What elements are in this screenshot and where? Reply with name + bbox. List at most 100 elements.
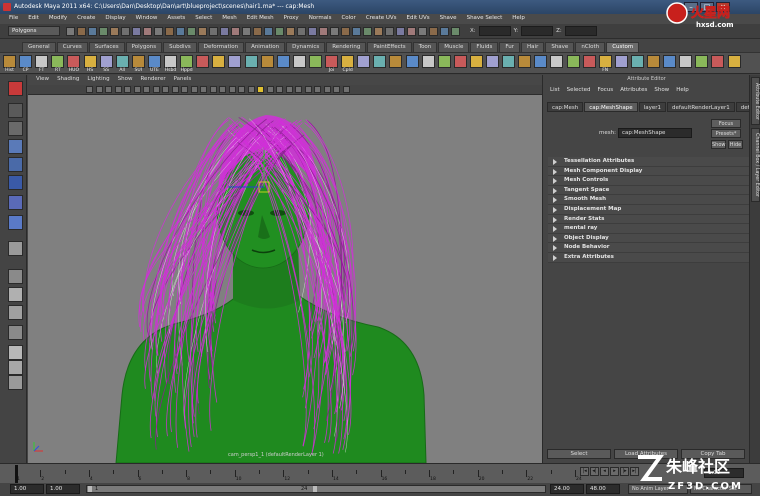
ae-section-tangent-space[interactable]: Tangent Space — [548, 185, 750, 196]
status-tool-icon[interactable] — [429, 27, 438, 36]
shelf-button-icon[interactable] — [67, 55, 81, 68]
toolbox-tool-icon[interactable] — [8, 139, 23, 154]
panel-tool-icon[interactable] — [285, 86, 293, 93]
shelf-tab-animation[interactable]: Animation — [245, 42, 286, 52]
ae-tab[interactable]: cap:MeshShape — [584, 102, 638, 112]
show-button[interactable]: Show — [711, 140, 726, 149]
ae-menu-list[interactable]: List — [547, 85, 564, 93]
shelf-button-icon[interactable] — [598, 55, 612, 68]
status-tool-icon[interactable] — [396, 27, 405, 36]
status-tool-icon[interactable] — [319, 27, 328, 36]
ae-tab[interactable]: defaultRenderLayer1 — [667, 102, 735, 112]
shelf-button-icon[interactable] — [35, 55, 49, 68]
status-tool-icon[interactable] — [165, 27, 174, 36]
menu-assets[interactable]: Assets — [162, 14, 190, 24]
status-tool-icon[interactable] — [209, 27, 218, 36]
status-tool-icon[interactable] — [99, 27, 108, 36]
shelf-button-icon[interactable] — [502, 55, 516, 68]
panel-tool-icon[interactable] — [162, 86, 169, 93]
panel-tool-icon[interactable] — [209, 86, 217, 93]
panel-tool-icon[interactable] — [95, 86, 103, 93]
ae-section-mental-ray[interactable]: mental ray — [548, 224, 750, 234]
ae-section-smooth-mesh[interactable]: Smooth Mesh — [548, 195, 750, 205]
presets-button[interactable]: Presets* — [711, 129, 741, 138]
shelf-button-icon[interactable] — [83, 55, 97, 68]
play-back-icon[interactable]: ◂ — [600, 467, 609, 476]
shelf-button-icon[interactable] — [437, 55, 451, 68]
menu-display[interactable]: Display — [100, 14, 130, 24]
menu-select[interactable]: Select — [190, 14, 217, 24]
shelf-button-icon[interactable] — [421, 55, 435, 68]
shelf-tab-deformation[interactable]: Deformation — [197, 42, 245, 52]
range-slider[interactable]: 1 24 — [86, 485, 546, 493]
status-tool-icon[interactable] — [374, 27, 383, 36]
panel-menu-show[interactable]: Show — [114, 75, 137, 85]
toolbox-tool-icon[interactable] — [8, 269, 23, 284]
shelf-button-icon[interactable] — [582, 55, 596, 68]
shelf-button-icon[interactable] — [147, 55, 161, 68]
panel-tool-icon[interactable] — [171, 86, 179, 93]
shelf-tab-general[interactable]: General — [22, 42, 56, 52]
shelf-tab-fluids[interactable]: Fluids — [470, 42, 499, 52]
play-forward-icon[interactable]: ▸ — [610, 467, 619, 476]
status-tool-icon[interactable] — [187, 27, 196, 36]
hide-button[interactable]: Hide — [728, 140, 743, 149]
expand-arrow-icon[interactable] — [553, 197, 557, 204]
panel-tool-icon[interactable] — [219, 86, 226, 93]
panel-tool-icon[interactable] — [86, 86, 93, 93]
shelf-button-icon[interactable] — [711, 55, 725, 68]
menu-edit[interactable]: Edit — [23, 14, 44, 24]
status-tool-icon[interactable] — [330, 27, 339, 36]
panel-tool-icon[interactable] — [200, 86, 207, 93]
start-time-field[interactable]: 1.00 — [10, 484, 44, 494]
menu-mesh[interactable]: Mesh — [217, 14, 241, 24]
expand-arrow-icon[interactable] — [553, 254, 557, 261]
shelf-button-icon[interactable] — [115, 55, 129, 68]
menu-create-uvs[interactable]: Create UVs — [361, 14, 402, 24]
shelf-button-icon[interactable] — [679, 55, 693, 68]
ae-section-displacement-map[interactable]: Displacement Map — [548, 204, 750, 215]
panel-tool-icon[interactable] — [133, 86, 141, 93]
status-tool-icon[interactable] — [176, 27, 185, 36]
toolbox-tool-icon[interactable] — [8, 345, 23, 360]
toolbox-tool-icon[interactable] — [8, 175, 23, 190]
expand-arrow-icon[interactable] — [553, 245, 557, 252]
status-tool-icon[interactable] — [242, 27, 251, 36]
toolbox-tool-icon[interactable] — [8, 305, 23, 320]
shelf-tab-muscle[interactable]: Muscle — [438, 42, 470, 52]
status-tool-icon[interactable] — [66, 27, 75, 36]
range-end-handle[interactable] — [313, 486, 317, 492]
status-tool-icon[interactable] — [88, 27, 97, 36]
status-tool-icon[interactable] — [154, 27, 163, 36]
panel-tool-icon[interactable] — [304, 86, 312, 93]
shelf-button-icon[interactable] — [308, 55, 322, 68]
status-tool-icon[interactable] — [440, 27, 449, 36]
shelf-tab-curves[interactable]: Curves — [56, 42, 88, 52]
y-field[interactable] — [521, 26, 554, 36]
status-tool-icon[interactable] — [451, 27, 460, 36]
shelf-tab-ncloth[interactable]: nCloth — [575, 42, 606, 52]
panel-tool-icon[interactable] — [323, 86, 331, 93]
status-tool-icon[interactable] — [352, 27, 361, 36]
status-tool-icon[interactable] — [110, 27, 119, 36]
shelf-button-icon[interactable] — [695, 55, 709, 68]
panel-tool-icon[interactable] — [266, 86, 274, 93]
panel-tool-icon[interactable] — [114, 86, 122, 93]
playback-end-field[interactable]: 24.00 — [550, 484, 584, 494]
ae-section-mesh-controls[interactable]: Mesh Controls — [548, 176, 750, 186]
shelf-button-icon[interactable] — [663, 55, 677, 68]
panel-tool-icon[interactable] — [257, 86, 264, 93]
ae-menu-focus[interactable]: Focus — [594, 85, 617, 93]
perspective-viewport[interactable]: cam_persp1_1 (defaultRenderLayer 1) — [28, 95, 542, 463]
shelf-button-icon[interactable] — [19, 55, 33, 68]
panel-tool-icon[interactable] — [238, 86, 245, 93]
status-tool-icon[interactable] — [132, 27, 141, 36]
shelf-button-icon[interactable] — [99, 55, 113, 68]
panel-tool-icon[interactable] — [190, 86, 198, 93]
panel-tool-icon[interactable] — [247, 86, 255, 93]
menu-file[interactable]: File — [4, 14, 23, 24]
shelf-button-icon[interactable] — [469, 55, 483, 68]
status-tool-icon[interactable] — [220, 27, 229, 36]
panel-tool-icon[interactable] — [143, 86, 150, 93]
toolbox-tool-icon[interactable] — [8, 121, 23, 136]
